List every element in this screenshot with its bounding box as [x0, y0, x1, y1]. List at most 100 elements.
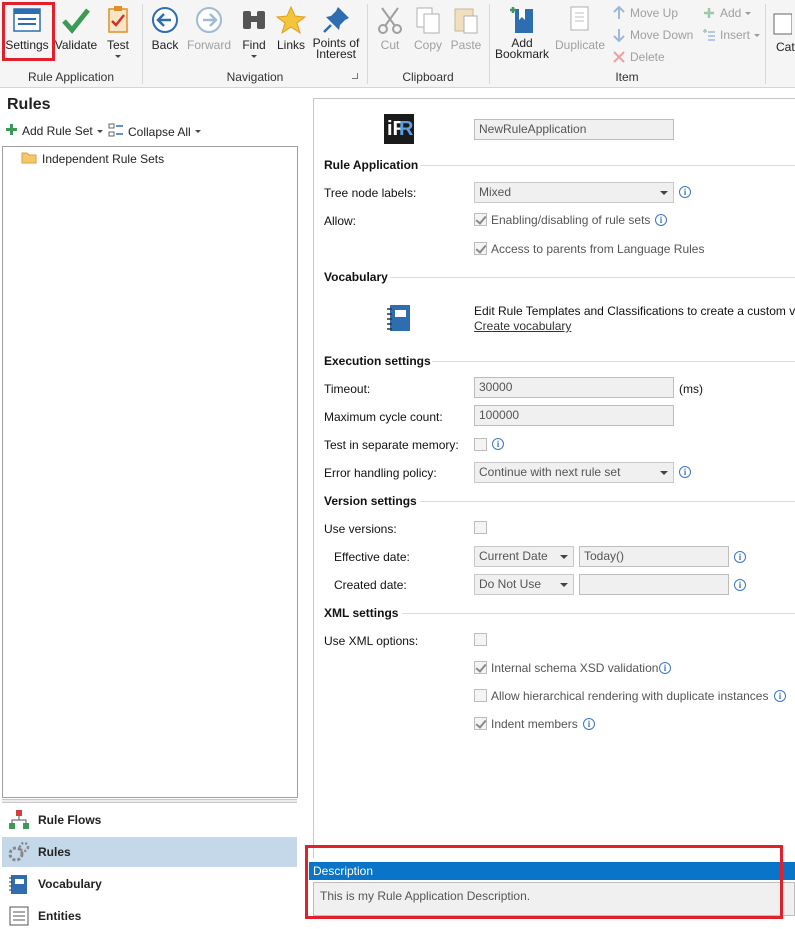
validate-label: Validate: [54, 38, 98, 52]
duplicate-icon: [564, 4, 596, 36]
section-title: Version settings: [324, 494, 417, 508]
arrow-right-icon: [193, 4, 225, 36]
info-icon[interactable]: i: [734, 551, 746, 563]
star-icon: [275, 4, 307, 36]
app-name-field[interactable]: NewRuleApplication: [474, 119, 674, 140]
info-icon[interactable]: i: [655, 214, 667, 226]
effective-date-field[interactable]: Today(): [579, 546, 729, 567]
separate-memory-checkbox[interactable]: [474, 438, 487, 451]
panel-title: Rules: [7, 96, 51, 113]
back-button[interactable]: Back: [148, 4, 182, 52]
add-rule-set-button[interactable]: Add Rule Set: [5, 123, 103, 139]
forward-button[interactable]: Forward: [186, 4, 232, 52]
links-label: Links: [276, 38, 305, 52]
hierarchical-checkbox[interactable]: [474, 689, 487, 702]
rules-tree[interactable]: Independent Rule Sets: [2, 146, 298, 798]
chevron-down-icon: [660, 191, 668, 195]
test-button[interactable]: Test: [102, 4, 134, 58]
error-policy-select[interactable]: Continue with next rule set: [474, 462, 674, 483]
nav-entities[interactable]: Entities: [2, 901, 297, 929]
nav-label: Rule Flows: [38, 813, 102, 827]
app-logo: iR R: [384, 114, 414, 144]
created-date-mode-select[interactable]: Do Not Use: [474, 574, 574, 595]
panel-splitter[interactable]: [2, 799, 297, 803]
collapse-all-button[interactable]: Collapse All: [108, 123, 201, 140]
tree-node-labels-label: Tree node labels:: [324, 186, 417, 200]
enabling-checkbox[interactable]: [474, 213, 487, 226]
find-button[interactable]: Find: [238, 4, 270, 58]
nav-vocabulary[interactable]: Vocabulary: [2, 869, 297, 899]
arrow-up-icon: [612, 5, 626, 20]
copy-button[interactable]: Copy: [411, 4, 445, 52]
section-divider: [420, 501, 795, 502]
timeout-unit: (ms): [679, 382, 703, 396]
use-xml-checkbox[interactable]: [474, 633, 487, 646]
move-down-label: Move Down: [630, 28, 694, 42]
parents-checkbox[interactable]: [474, 242, 487, 255]
effective-date-label: Effective date:: [334, 550, 410, 564]
links-button[interactable]: Links: [275, 4, 307, 52]
create-vocabulary-link[interactable]: Create vocabulary: [474, 319, 571, 333]
use-versions-label: Use versions:: [324, 522, 397, 536]
info-icon[interactable]: i: [774, 690, 786, 702]
info-icon[interactable]: i: [659, 662, 671, 674]
insert-button[interactable]: Insert: [702, 28, 761, 42]
forward-label: Forward: [186, 38, 231, 52]
hierarchical-label: Allow hierarchical rendering with duplic…: [491, 689, 769, 703]
cut-button[interactable]: Cut: [374, 4, 406, 52]
created-date-field[interactable]: [579, 574, 729, 595]
points-of-interest-button[interactable]: Points of Interest: [310, 4, 362, 60]
schema-validation-checkbox[interactable]: [474, 661, 487, 674]
max-cycle-label: Maximum cycle count:: [324, 410, 443, 424]
categories-label[interactable]: Cat: [776, 40, 795, 54]
arrow-left-icon: [149, 4, 181, 36]
section-title: Vocabulary: [324, 270, 388, 284]
add-button[interactable]: Add: [702, 6, 752, 20]
delete-button[interactable]: Delete: [612, 50, 665, 64]
use-xml-label: Use XML options:: [324, 634, 419, 648]
effective-date-mode-select[interactable]: Current Date: [474, 546, 574, 567]
paste-button[interactable]: Paste: [449, 4, 483, 52]
folder-icon: [21, 151, 37, 167]
delete-label: Delete: [630, 50, 665, 64]
max-cycle-field[interactable]: 100000: [474, 405, 674, 426]
use-versions-checkbox[interactable]: [474, 521, 487, 534]
add-bookmark-button[interactable]: Add Bookmark: [494, 4, 550, 60]
scissors-icon: [374, 4, 406, 36]
info-icon[interactable]: i: [679, 186, 691, 198]
timeout-field[interactable]: 30000: [474, 377, 674, 398]
validate-button[interactable]: Validate: [54, 4, 98, 52]
vocabulary-description: Edit Rule Templates and Classifications …: [474, 304, 795, 318]
group-label-clipboard: Clipboard: [402, 70, 454, 84]
cut-label: Cut: [380, 38, 400, 52]
info-icon[interactable]: i: [679, 466, 691, 478]
indent-checkbox[interactable]: [474, 717, 487, 730]
nav-label: Entities: [38, 909, 82, 923]
arrow-down-icon: [612, 28, 626, 43]
tree-node-labels-select[interactable]: Mixed: [474, 182, 674, 203]
delete-x-icon: [612, 50, 626, 64]
insert-icon: [702, 28, 716, 42]
info-icon[interactable]: i: [583, 718, 595, 730]
paste-label: Paste: [450, 38, 482, 52]
notebook-icon: [8, 873, 30, 895]
ribbon: Settings Validate Test Rule Application …: [0, 0, 795, 88]
separate-memory-label: Test in separate memory:: [324, 438, 459, 452]
chevron-down-icon: [560, 555, 568, 559]
info-icon[interactable]: i: [492, 438, 504, 450]
move-up-button[interactable]: Move Up: [612, 5, 678, 20]
categories-icon: [772, 12, 793, 36]
plus-icon: [702, 6, 716, 20]
duplicate-button[interactable]: Duplicate: [554, 4, 606, 52]
info-icon[interactable]: i: [734, 579, 746, 591]
chevron-down-icon: [115, 55, 121, 58]
back-label: Back: [151, 38, 179, 52]
binoculars-icon: [238, 4, 270, 36]
section-title: Rule Application: [324, 158, 419, 172]
nav-rule-flows[interactable]: Rule Flows: [2, 805, 297, 835]
nav-rules[interactable]: Rules: [2, 837, 297, 867]
move-down-button[interactable]: Move Down: [612, 28, 694, 43]
dialog-launcher-icon[interactable]: [352, 73, 358, 79]
entities-icon: [8, 905, 30, 927]
tree-item[interactable]: Independent Rule Sets: [21, 151, 164, 167]
